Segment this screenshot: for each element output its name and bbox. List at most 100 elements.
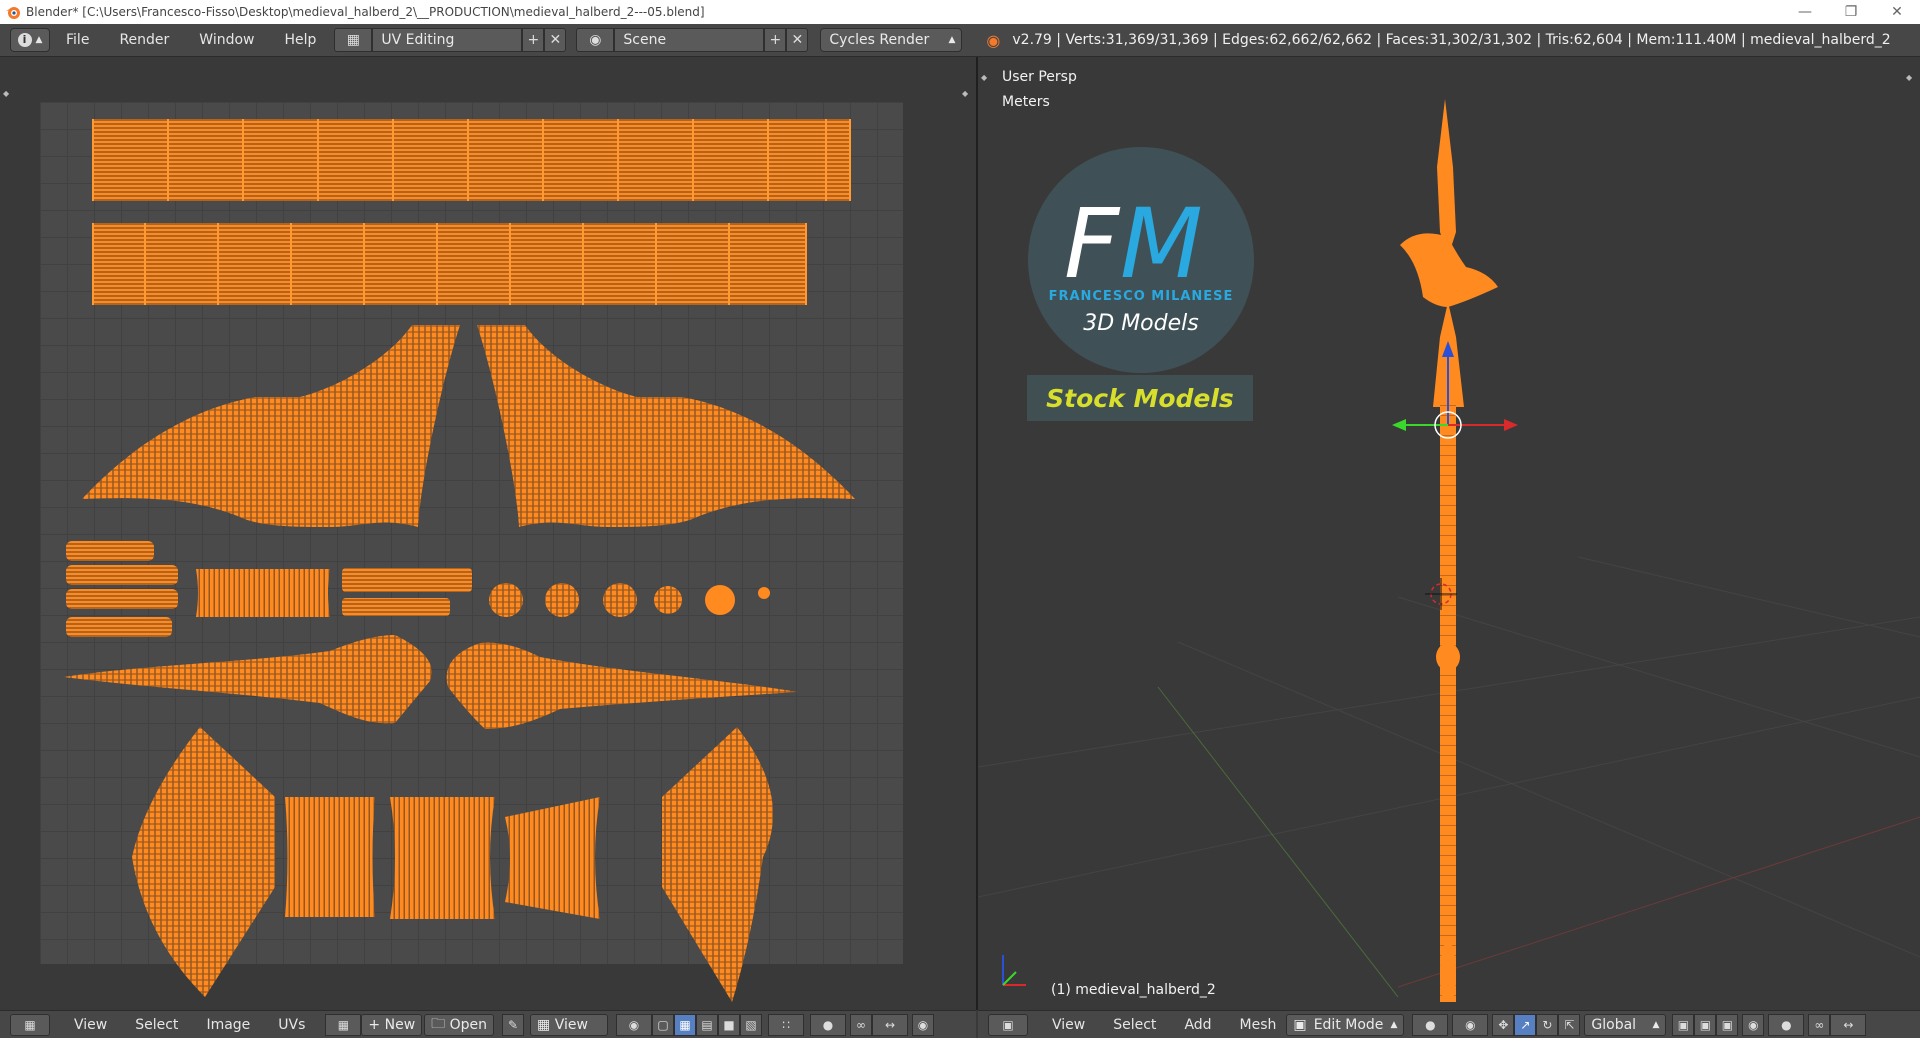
uv-island-spear-right[interactable] bbox=[446, 642, 798, 729]
sticky-mode-icon[interactable]: ∷ bbox=[768, 1013, 805, 1036]
scene-field[interactable]: Scene bbox=[614, 28, 765, 52]
mode-dropdown[interactable]: ▣ Edit Mode ▲ bbox=[1286, 1013, 1405, 1036]
snap-element-icon[interactable]: ↔ bbox=[1830, 1013, 1867, 1036]
uv-island-spear-left[interactable] bbox=[64, 635, 432, 724]
uv-island-barrel[interactable] bbox=[196, 569, 330, 617]
add-screen-button[interactable]: + bbox=[522, 28, 545, 52]
menu-image[interactable]: Image bbox=[196, 1013, 260, 1037]
plus-icon: + bbox=[368, 1016, 385, 1033]
uv-island-disc-3[interactable] bbox=[603, 583, 637, 617]
uv-island-segment-2[interactable] bbox=[390, 797, 495, 919]
uv-image-editor[interactable]: ◆ ◆ bbox=[0, 57, 976, 1010]
menu-add[interactable]: Add bbox=[1174, 1013, 1221, 1037]
face-select-icon[interactable]: ■ bbox=[718, 1013, 741, 1036]
rotate-icon[interactable]: ↻ bbox=[1536, 1013, 1559, 1036]
uv-island-disc-4[interactable] bbox=[654, 586, 682, 614]
shading-icon[interactable]: ● bbox=[1412, 1013, 1449, 1036]
edit-mode-icon: ▣ bbox=[1293, 1016, 1307, 1033]
new-image-button[interactable]: + New bbox=[361, 1013, 423, 1036]
window-titlebar: Blender* [C:\Users\Francesco-Fisso\Deskt… bbox=[0, 0, 1920, 24]
uv-island-blade-right[interactable] bbox=[662, 727, 774, 1002]
uv-island-segment-1[interactable] bbox=[285, 797, 375, 917]
edge-select-icon[interactable]: ▤ bbox=[696, 1013, 719, 1036]
add-scene-button[interactable]: + bbox=[764, 28, 787, 52]
scale-icon[interactable]: ⇱ bbox=[1558, 1013, 1581, 1036]
sync-selection-icon[interactable]: ▢ bbox=[652, 1013, 675, 1036]
minimize-icon[interactable]: — bbox=[1782, 0, 1828, 24]
orientation-dropdown[interactable]: Global ▲ bbox=[1584, 1013, 1667, 1036]
edge-select-icon[interactable]: ▣ bbox=[1694, 1013, 1717, 1036]
menu-file[interactable]: File bbox=[58, 28, 97, 52]
uv-island-bar-4[interactable] bbox=[66, 617, 172, 637]
menu-mesh[interactable]: Mesh bbox=[1230, 1013, 1287, 1037]
menu-render[interactable]: Render bbox=[111, 28, 177, 52]
close-icon[interactable]: ✕ bbox=[1874, 0, 1920, 24]
uv-island-bar-5[interactable] bbox=[342, 568, 472, 592]
uv-island-segment-3[interactable] bbox=[505, 797, 600, 919]
snap-icon[interactable]: ∞ bbox=[850, 1013, 873, 1036]
uv-island-wing-left[interactable] bbox=[82, 325, 460, 527]
pivot-icon[interactable]: ◉ bbox=[616, 1013, 653, 1036]
menu-help[interactable]: Help bbox=[276, 28, 324, 52]
open-image-label: Open bbox=[449, 1016, 488, 1033]
editor-type-button[interactable]: ▦ bbox=[10, 1013, 50, 1036]
uv-island-strip-1[interactable] bbox=[93, 119, 850, 201]
image-icon: ▦ bbox=[337, 1017, 350, 1032]
uv-island-bar-2[interactable] bbox=[66, 565, 178, 585]
info-editor-type-button[interactable]: i ▲ bbox=[10, 28, 50, 52]
uv-island-disc-1[interactable] bbox=[489, 583, 523, 617]
render-engine-dropdown[interactable]: Cycles Render ▲ bbox=[820, 28, 963, 52]
chevron-updown-icon: ▲ bbox=[35, 35, 43, 45]
vertex-select-icon[interactable]: ▣ bbox=[1672, 1013, 1695, 1036]
uv-island-strip-2[interactable] bbox=[93, 223, 806, 305]
menu-select[interactable]: Select bbox=[1103, 1013, 1166, 1037]
vertex-select-icon[interactable]: ▦ bbox=[674, 1013, 697, 1036]
uv-island-bar-3[interactable] bbox=[66, 589, 178, 609]
uv-island-bar-6[interactable] bbox=[342, 598, 450, 616]
uv-editor-header: ▦ View Select Image UVs ▦ + New 🗀 Open ✎… bbox=[0, 1010, 976, 1038]
uv-island-disc-6[interactable] bbox=[758, 587, 770, 599]
uv-island-disc-5[interactable] bbox=[705, 585, 735, 615]
snap-icon[interactable]: ∞ bbox=[1808, 1013, 1831, 1036]
uv-islands[interactable] bbox=[0, 57, 976, 1010]
active-object-label: (1) medieval_halberd_2 bbox=[1051, 982, 1216, 998]
proportional-edit-icon[interactable]: ● bbox=[1768, 1013, 1805, 1036]
uv-island-disc-2[interactable] bbox=[545, 583, 579, 617]
uv-island-blade-left[interactable] bbox=[132, 727, 275, 997]
manipulator-toggle-icon[interactable]: ✥ bbox=[1492, 1013, 1515, 1036]
snap-target-icon[interactable]: ↔ bbox=[872, 1013, 909, 1036]
pin-icon[interactable]: ✎ bbox=[502, 1013, 525, 1036]
image-browse-button[interactable]: ▦ bbox=[325, 1013, 362, 1036]
view-mode-dropdown[interactable]: ▦ View bbox=[530, 1013, 609, 1036]
info-header: i ▲ File Render Window Help ▦ UV Editing… bbox=[0, 24, 1920, 57]
screen-layout-browse-button[interactable]: ▦ bbox=[334, 28, 373, 52]
limit-selection-icon[interactable]: ◉ bbox=[1742, 1013, 1765, 1036]
scene-icon: ◉ bbox=[589, 32, 602, 48]
face-select-icon[interactable]: ▣ bbox=[1716, 1013, 1739, 1036]
pivot-point-icon[interactable]: ◉ bbox=[1452, 1013, 1489, 1036]
editor-type-button[interactable]: ▣ bbox=[988, 1013, 1028, 1036]
menu-select[interactable]: Select bbox=[125, 1013, 188, 1037]
screen-layout-field[interactable]: UV Editing bbox=[372, 28, 523, 52]
scene-browse-button[interactable]: ◉ bbox=[576, 28, 615, 52]
render-icon[interactable]: ◉ bbox=[912, 1013, 935, 1036]
view-mode-label: View bbox=[554, 1016, 588, 1033]
proportional-edit-icon[interactable]: ● bbox=[810, 1013, 847, 1036]
screen-layout-name: UV Editing bbox=[381, 32, 455, 48]
menu-view[interactable]: View bbox=[64, 1013, 117, 1037]
island-select-icon[interactable]: ▧ bbox=[740, 1013, 763, 1036]
menu-window[interactable]: Window bbox=[191, 28, 262, 52]
halberd-mesh[interactable] bbox=[978, 57, 1920, 1010]
uv-island-wing-right[interactable] bbox=[477, 325, 855, 527]
uv-island-bar-1[interactable] bbox=[66, 541, 154, 561]
menu-view[interactable]: View bbox=[1042, 1013, 1095, 1037]
restore-icon[interactable]: ❐ bbox=[1828, 0, 1874, 24]
delete-screen-button[interactable]: ✕ bbox=[544, 28, 567, 52]
translate-icon[interactable]: ↗ bbox=[1514, 1013, 1537, 1036]
menu-uvs[interactable]: UVs bbox=[268, 1013, 315, 1037]
open-image-button[interactable]: 🗀 Open bbox=[424, 1013, 495, 1036]
mode-label: Edit Mode bbox=[1313, 1016, 1384, 1033]
3d-viewport[interactable]: ◆ ◆ User Persp Meters F M FRANCESCO MILA… bbox=[978, 57, 1920, 1010]
scene-statistics: v2.79 | Verts:31,369/31,369 | Edges:62,6… bbox=[1012, 32, 1891, 48]
delete-scene-button[interactable]: ✕ bbox=[786, 28, 809, 52]
